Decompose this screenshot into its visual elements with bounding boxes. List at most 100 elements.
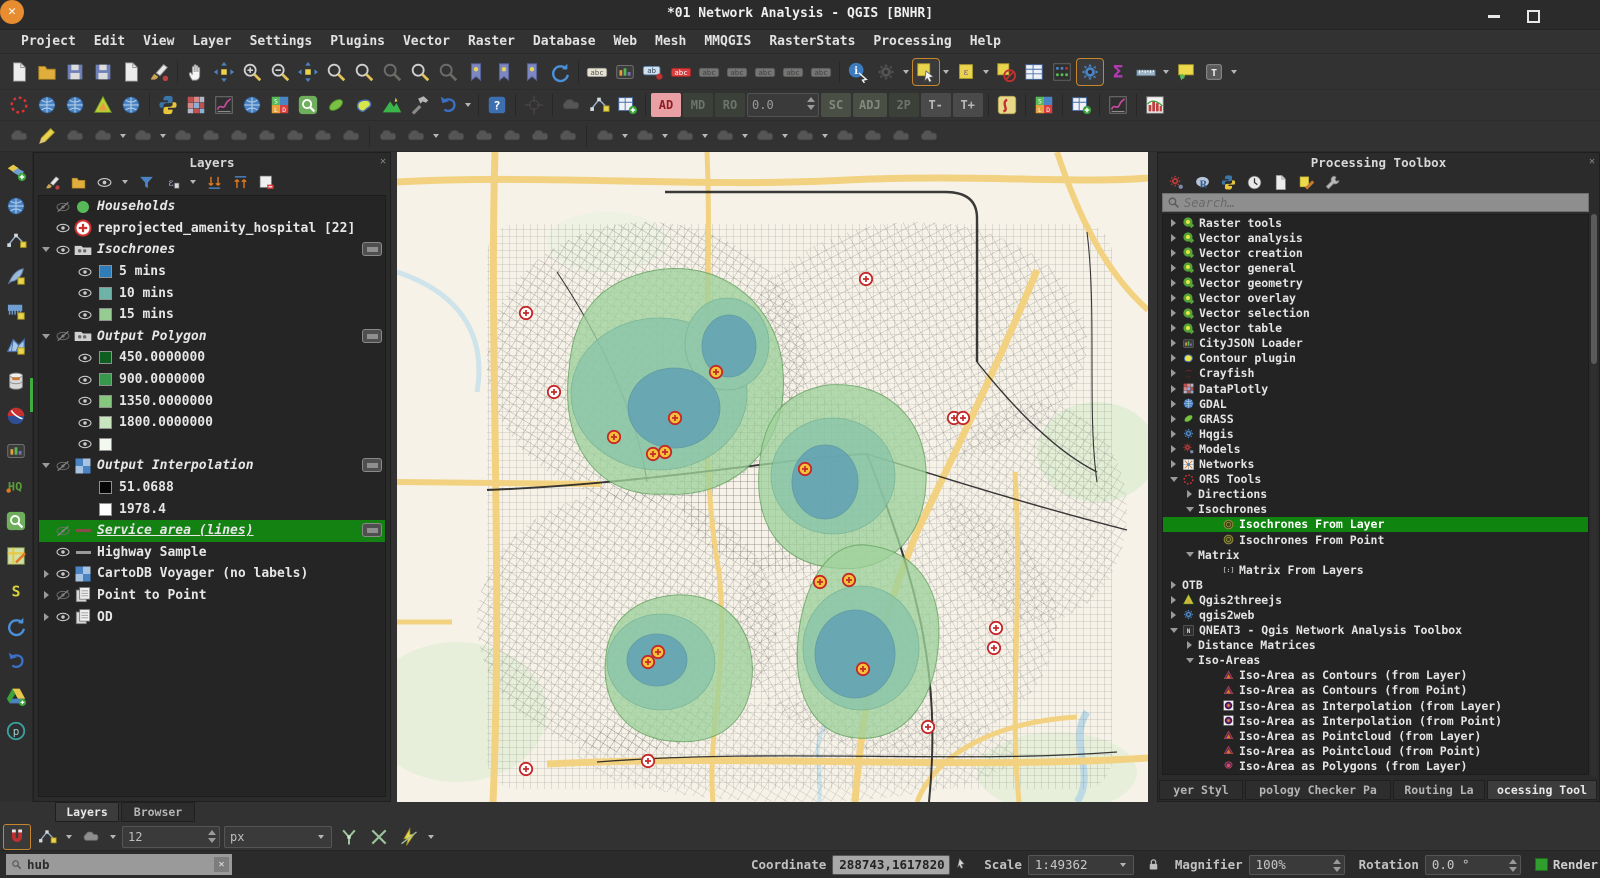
identify-features-icon[interactable] bbox=[845, 59, 871, 85]
eye-hidden-icon[interactable] bbox=[53, 199, 73, 215]
map-tips-icon[interactable] bbox=[1173, 59, 1199, 85]
algorithm-directions[interactable]: Directions bbox=[1163, 487, 1588, 502]
algorithm-vector-selection[interactable]: Vector selection bbox=[1163, 306, 1588, 321]
geometry-checker-icon[interactable] bbox=[323, 92, 349, 118]
refresh-sources-icon[interactable] bbox=[3, 613, 29, 639]
advanced-digitize-1-icon[interactable] bbox=[403, 123, 429, 149]
menu-database[interactable]: Database bbox=[524, 32, 605, 51]
algorithm-crayfish[interactable]: Crayfish bbox=[1163, 366, 1588, 381]
algorithm-vector-geometry[interactable]: Vector geometry bbox=[1163, 275, 1588, 290]
eye-visible-icon[interactable] bbox=[75, 372, 95, 388]
add-wcs-layer-icon[interactable] bbox=[3, 193, 29, 219]
edit-features-inplace-icon[interactable] bbox=[1296, 172, 1316, 192]
osm-editor-icon[interactable] bbox=[3, 543, 29, 569]
qgis2threejs-icon[interactable] bbox=[90, 92, 116, 118]
eye-visible-icon[interactable] bbox=[75, 350, 95, 366]
algorithm-vector-overlay[interactable]: Vector overlay bbox=[1163, 290, 1588, 305]
save-layer-edits-icon[interactable] bbox=[62, 123, 88, 149]
menu-web[interactable]: Web bbox=[605, 32, 646, 51]
edit-widget-chip[interactable] bbox=[362, 523, 382, 537]
manage-map-themes-caret[interactable] bbox=[122, 180, 128, 184]
open-layer-styling-icon[interactable] bbox=[42, 172, 62, 192]
project-properties-icon[interactable] bbox=[118, 59, 144, 85]
python-console-icon[interactable] bbox=[155, 92, 181, 118]
algorithm-iso-area-as-pointcloud-from-point-[interactable]: Iso-Area as Pointcloud (from Point) bbox=[1163, 743, 1588, 758]
snapping-trace-button[interactable] bbox=[396, 825, 422, 849]
advanced-digitize-2-icon[interactable] bbox=[443, 123, 469, 149]
show-bookmarks-icon[interactable] bbox=[491, 59, 517, 85]
dataplotly-icon[interactable] bbox=[183, 92, 209, 118]
algorithm-vector-analysis[interactable]: Vector analysis bbox=[1163, 230, 1588, 245]
eye-visible-icon[interactable] bbox=[53, 609, 73, 625]
menu-rasterstats[interactable]: RasterStats bbox=[760, 32, 864, 51]
minimize-button[interactable] bbox=[1486, 7, 1502, 23]
select-by-expression-caret[interactable] bbox=[983, 70, 989, 74]
hqgis-plugin-icon[interactable] bbox=[3, 473, 29, 499]
render-checkbox[interactable] bbox=[1535, 858, 1548, 871]
digitize-ro[interactable]: RO bbox=[715, 93, 745, 117]
gdrive-layer-icon[interactable] bbox=[3, 683, 29, 709]
dock-tab-pology-checker-pa[interactable]: pology Checker Pa bbox=[1245, 780, 1391, 800]
advanced-digitize-5-icon[interactable] bbox=[527, 123, 553, 149]
digitize-md[interactable]: MD bbox=[683, 93, 713, 117]
shape-digitize-5-caret[interactable] bbox=[782, 134, 788, 138]
redo-edit-icon[interactable] bbox=[338, 123, 364, 149]
mouse-position-icon[interactable] bbox=[954, 857, 970, 873]
zoom-next-icon[interactable] bbox=[435, 59, 461, 85]
algorithm-iso-area-as-interpolation-from-point-[interactable]: Iso-Area as Interpolation (from Point) bbox=[1163, 713, 1588, 728]
vertex-editor-icon[interactable] bbox=[792, 123, 818, 149]
dock-tab-browser[interactable]: Browser bbox=[121, 802, 195, 822]
revert-sources-icon[interactable] bbox=[3, 648, 29, 674]
algorithm-isochrones-from-layer[interactable]: Isochrones From Layer bbox=[1163, 517, 1588, 532]
zoom-last-icon[interactable] bbox=[407, 59, 433, 85]
snapping-mode-button[interactable] bbox=[34, 825, 60, 849]
open-project-icon[interactable] bbox=[34, 59, 60, 85]
edit-widget-chip[interactable] bbox=[362, 329, 382, 343]
saga-provider-icon[interactable] bbox=[3, 578, 29, 604]
layer-row-output-polygon[interactable]: Output Polygon bbox=[39, 326, 385, 348]
menu-help[interactable]: Help bbox=[961, 32, 1010, 51]
menu-settings[interactable]: Settings bbox=[241, 32, 322, 51]
map-canvas[interactable] bbox=[397, 152, 1148, 802]
cad-tools-icon[interactable] bbox=[375, 123, 401, 149]
shape-digitize-5-icon[interactable] bbox=[752, 123, 778, 149]
diagram-mini-icon[interactable] bbox=[3, 438, 29, 464]
change-label-icon[interactable] bbox=[780, 59, 806, 85]
layer-row-450-0000000[interactable]: 450.0000000 bbox=[39, 347, 385, 369]
style-manager-icon[interactable] bbox=[146, 59, 172, 85]
digitize-sc[interactable]: SC bbox=[821, 93, 851, 117]
labeling-options-icon[interactable] bbox=[584, 59, 610, 85]
vector-hammer-icon[interactable] bbox=[407, 92, 433, 118]
algorithm-qgis2threejs[interactable]: Qgis2threejs bbox=[1163, 592, 1588, 607]
advanced-digitize-4-icon[interactable] bbox=[499, 123, 525, 149]
add-group-icon[interactable] bbox=[68, 172, 88, 192]
add-postgis-layer-icon[interactable] bbox=[3, 298, 29, 324]
check-vertices-icon[interactable] bbox=[586, 92, 612, 118]
layer-row-output-interpolation[interactable]: Output Interpolation bbox=[39, 455, 385, 477]
menu-edit[interactable]: Edit bbox=[85, 32, 134, 51]
advanced-digitize-1-caret[interactable] bbox=[433, 134, 439, 138]
menu-mesh[interactable]: Mesh bbox=[646, 32, 695, 51]
select-by-expression-icon[interactable] bbox=[953, 59, 979, 85]
current-edits-icon[interactable] bbox=[6, 123, 32, 149]
save-project-icon[interactable] bbox=[62, 59, 88, 85]
edit-widget-chip[interactable] bbox=[362, 242, 382, 256]
algorithm-iso-area-as-polygons-from-layer-[interactable]: Iso-Area as Polygons (from Layer) bbox=[1163, 758, 1588, 773]
layer-board-icon[interactable] bbox=[267, 92, 293, 118]
digitize-t-plus[interactable]: T+ bbox=[953, 93, 983, 117]
profile-tool-icon[interactable] bbox=[211, 92, 237, 118]
diagram-options-icon[interactable] bbox=[612, 59, 638, 85]
web-browser-icon[interactable] bbox=[118, 92, 144, 118]
add-mesh-layer-icon[interactable] bbox=[3, 333, 29, 359]
save-project-as-icon[interactable] bbox=[90, 59, 116, 85]
algorithm-models[interactable]: Models bbox=[1163, 441, 1588, 456]
highlight-pinned-labels-icon[interactable] bbox=[668, 59, 694, 85]
algorithm-matrix-from-layers[interactable]: Matrix From Layers bbox=[1163, 562, 1588, 577]
elevation-tool-icon[interactable] bbox=[379, 92, 405, 118]
select-features-caret[interactable] bbox=[943, 70, 949, 74]
cut-features-icon[interactable] bbox=[226, 123, 252, 149]
algorithm-distance-matrices[interactable]: Distance Matrices bbox=[1163, 638, 1588, 653]
digitize-curve-icon[interactable] bbox=[90, 123, 116, 149]
algorithm-networks[interactable]: Networks bbox=[1163, 457, 1588, 472]
cad-construction-icon[interactable] bbox=[521, 92, 547, 118]
